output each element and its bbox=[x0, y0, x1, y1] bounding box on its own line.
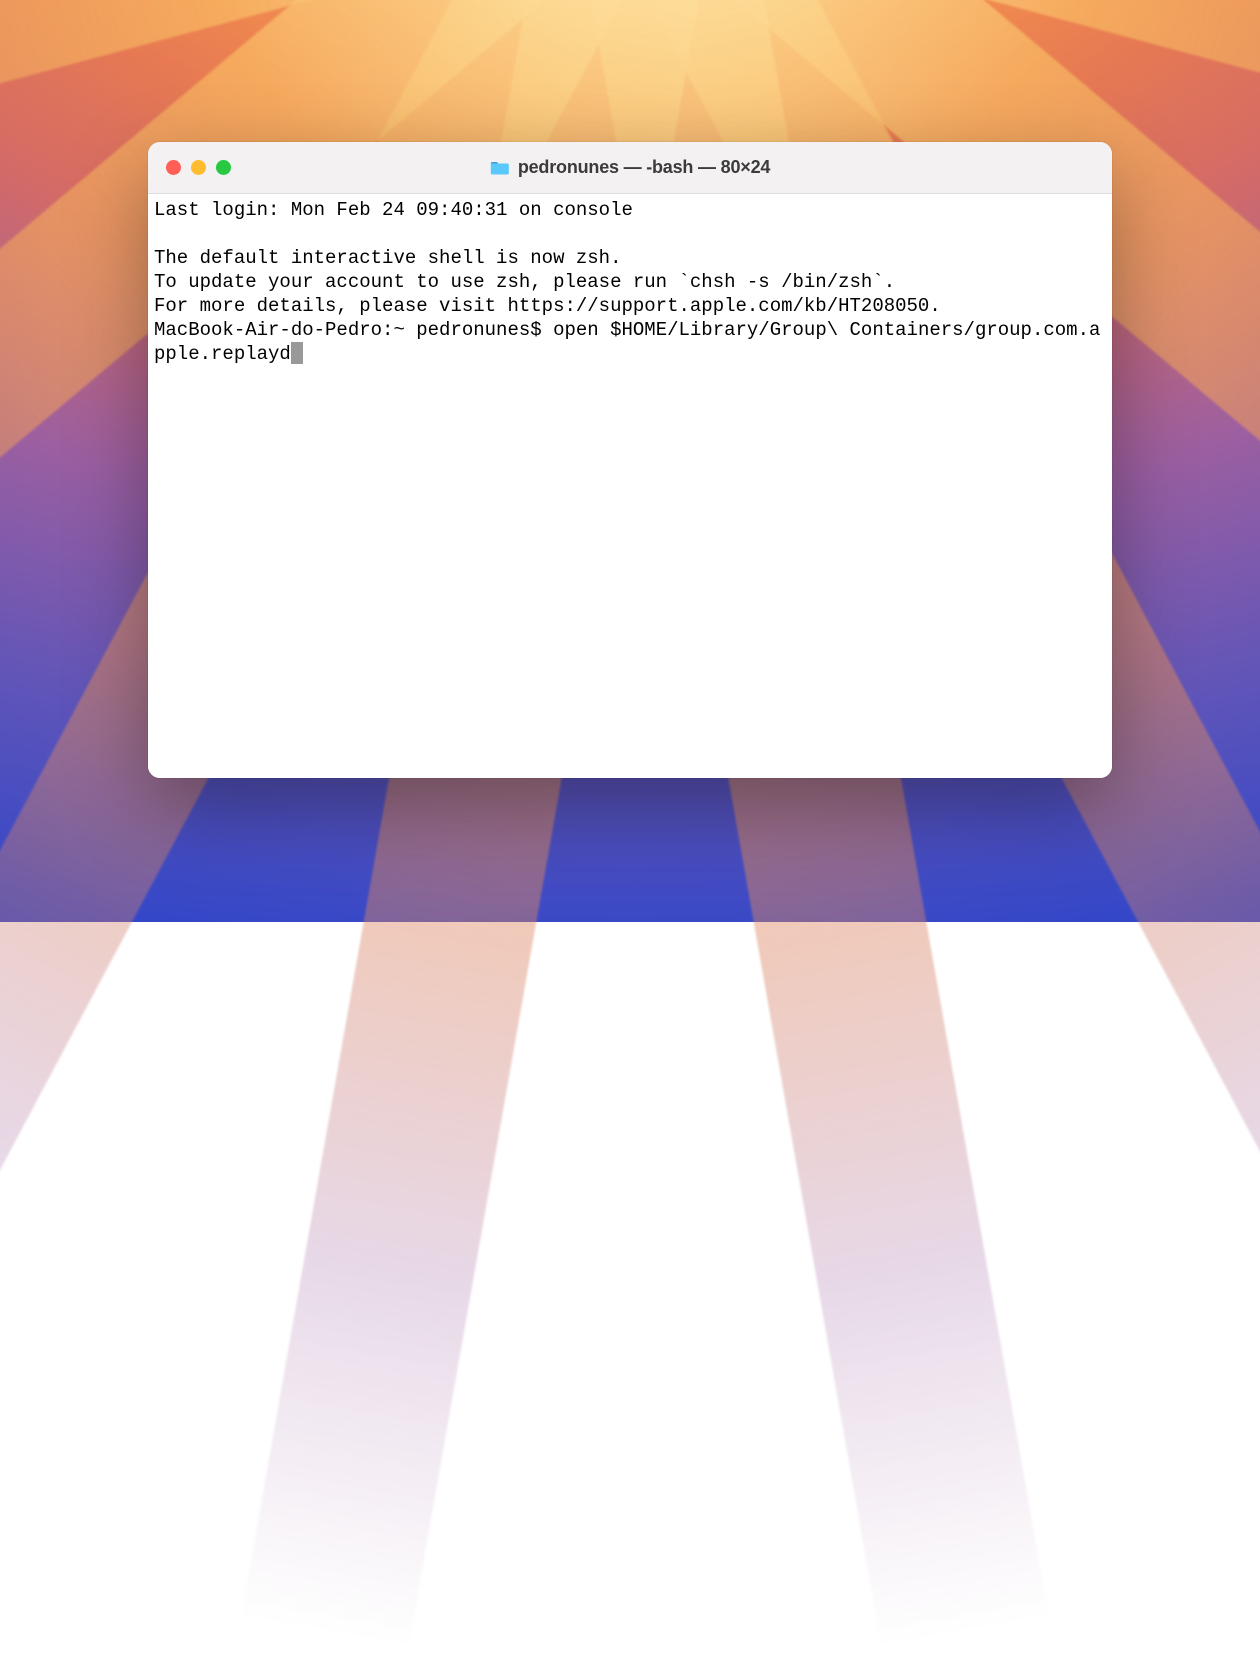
window-title: pedronunes — -bash — 80×24 bbox=[518, 157, 770, 178]
terminal-window[interactable]: pedronunes — -bash — 80×24 Last login: M… bbox=[148, 142, 1112, 778]
titlebar[interactable]: pedronunes — -bash — 80×24 bbox=[148, 142, 1112, 194]
traffic-lights bbox=[148, 160, 231, 175]
terminal-line: To update your account to use zsh, pleas… bbox=[154, 271, 895, 293]
terminal-line: For more details, please visit https://s… bbox=[154, 295, 941, 317]
cursor bbox=[291, 342, 303, 364]
window-title-container: pedronunes — -bash — 80×24 bbox=[490, 157, 770, 178]
terminal-line: The default interactive shell is now zsh… bbox=[154, 247, 621, 269]
folder-icon bbox=[490, 160, 510, 176]
maximize-button[interactable] bbox=[216, 160, 231, 175]
minimize-button[interactable] bbox=[191, 160, 206, 175]
close-button[interactable] bbox=[166, 160, 181, 175]
terminal-prompt: MacBook-Air-do-Pedro:~ pedronunes$ bbox=[154, 319, 553, 341]
terminal-line: Last login: Mon Feb 24 09:40:31 on conso… bbox=[154, 199, 633, 221]
terminal-body[interactable]: Last login: Mon Feb 24 09:40:31 on conso… bbox=[148, 194, 1112, 778]
terminal-content[interactable]: Last login: Mon Feb 24 09:40:31 on conso… bbox=[154, 198, 1106, 366]
